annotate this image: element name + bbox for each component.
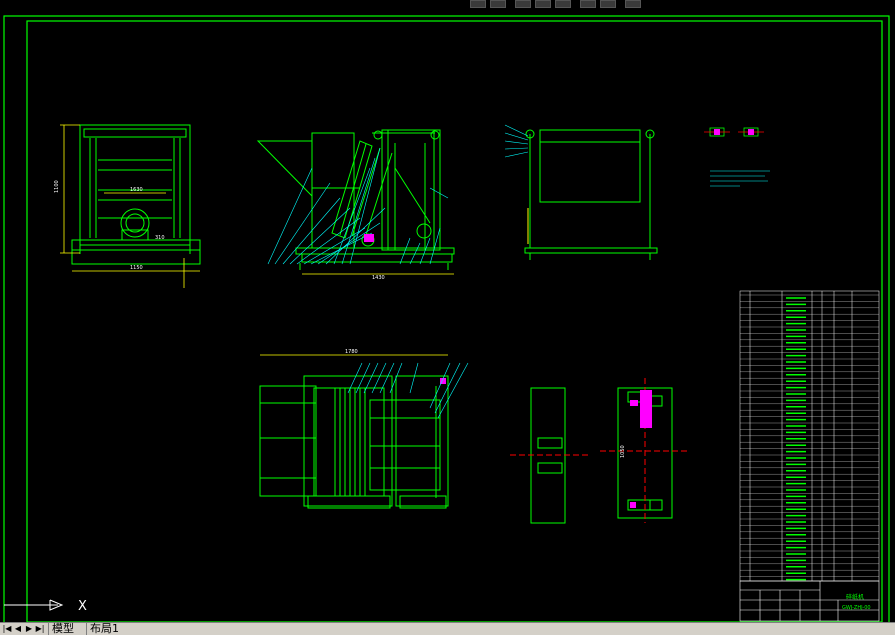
toolbar-button[interactable]: [555, 0, 571, 8]
side-view-leaders: [267, 147, 449, 265]
dim-front-bottom: 1150: [130, 265, 143, 271]
plate-view: [510, 387, 590, 524]
parts-list-table: [739, 290, 880, 582]
parts-list-rows: [740, 294, 879, 581]
title-block-drawing-no: GWJ-ZHJ-00: [842, 605, 871, 611]
drawing-canvas[interactable]: 1100 1150 1630 310 1430 1780 1050 碎纸机 GW…: [0, 8, 895, 626]
detail-view-highlight-bottom: [630, 502, 636, 508]
technical-notes: [710, 170, 770, 187]
toolbar-button[interactable]: [580, 0, 596, 8]
plan-view: [259, 375, 449, 509]
dim-plan-top: 1780: [345, 349, 358, 355]
toolbar-button[interactable]: [625, 0, 641, 8]
side-view: [256, 129, 455, 270]
detail-parts: [704, 127, 764, 137]
toolbar-strip: [0, 0, 895, 8]
front-view: [71, 124, 201, 265]
layout-tab-bar: |◀ ◀ ▶ ▶| 模型 布局1: [0, 622, 895, 635]
ucs-icon: [4, 599, 64, 611]
toolbar-button[interactable]: [535, 0, 551, 8]
detail-view-highlight-small: [630, 400, 638, 406]
detail-view-highlight: [640, 390, 652, 428]
dim-front-width: 1630: [130, 187, 143, 193]
toolbar-button[interactable]: [470, 0, 486, 8]
tab-layout1[interactable]: 布局1: [90, 623, 119, 634]
title-block-name: 碎纸机: [846, 593, 864, 601]
end-view: [524, 129, 658, 260]
tab-nav-prev-button[interactable]: ◀: [13, 624, 23, 634]
dim-front-small: 310: [155, 235, 165, 241]
tab-nav-next-button[interactable]: ▶: [24, 624, 34, 634]
side-view-highlight: [364, 234, 374, 242]
drawing-border-outer: [3, 15, 890, 626]
toolbar-button[interactable]: [515, 0, 531, 8]
toolbar-button[interactable]: [600, 0, 616, 8]
tab-model[interactable]: 模型: [52, 623, 74, 634]
dim-detail-small: 1050: [620, 445, 626, 458]
end-view-leaders: [504, 124, 529, 158]
toolbar-button[interactable]: [490, 0, 506, 8]
tab-separator: [86, 623, 87, 635]
dim-side-bottom: 1430: [372, 275, 385, 281]
dim-front-height: 1100: [54, 180, 60, 193]
tab-separator: [48, 623, 49, 635]
plan-view-leaders: [347, 362, 469, 419]
ucs-x-label: X: [78, 599, 87, 614]
title-block: [739, 580, 880, 622]
tab-nav-first-button[interactable]: |◀: [2, 624, 12, 634]
tab-nav-last-button[interactable]: ▶|: [35, 624, 45, 634]
